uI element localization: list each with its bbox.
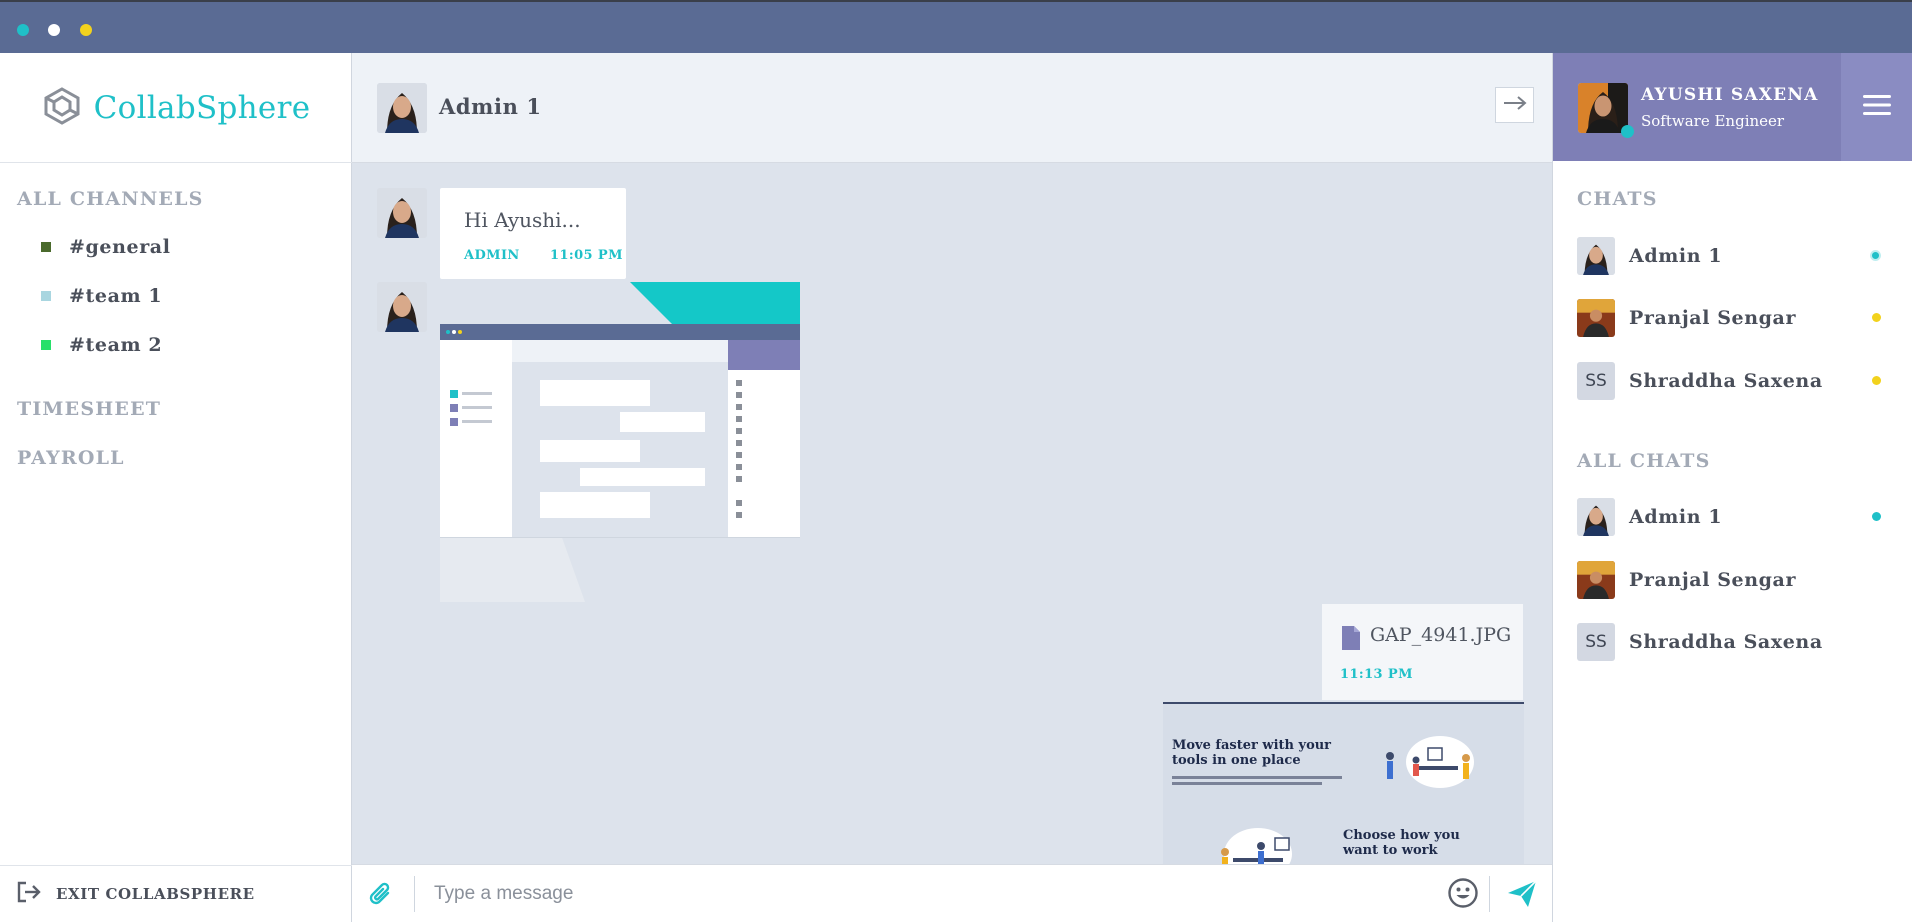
online-status-indicator [1621, 125, 1634, 138]
shared-image-attachment[interactable] [440, 282, 800, 602]
chat-item-name: Pranjal Sengar [1629, 307, 1797, 329]
avatar [1577, 237, 1615, 275]
avatar [377, 188, 427, 238]
right-sidebar: AYUSHI SAXENA Software Engineer CHATS Ad… [1552, 53, 1912, 922]
collapse-button[interactable] [1495, 87, 1534, 123]
avatar [1577, 299, 1615, 337]
composer-divider [414, 876, 415, 912]
brand-header: CollabSphere [0, 53, 352, 163]
menu-button[interactable] [1841, 53, 1912, 161]
chat-item-name: Shraddha Saxena [1629, 631, 1823, 653]
chat-item-name: Admin 1 [1629, 506, 1723, 528]
channel-general[interactable]: #general [41, 236, 171, 258]
channel-color-swatch [41, 340, 51, 350]
message-sender: ADMIN [464, 248, 520, 263]
arrow-right-icon [1502, 95, 1528, 115]
channel-team-1[interactable]: #team 1 [41, 285, 162, 307]
chat-item-shraddha-saxena[interactable]: SS Shraddha Saxena [1577, 361, 1897, 401]
team-illustration-icon [1378, 734, 1488, 798]
chat-header: Admin 1 [352, 53, 1552, 163]
paperclip-icon[interactable] [368, 881, 394, 913]
chat-item-admin-1[interactable]: Admin 1 [1577, 236, 1897, 276]
exit-icon [16, 880, 42, 908]
status-indicator [1872, 376, 1881, 385]
chat-item-name: Shraddha Saxena [1629, 370, 1823, 392]
message-text: Hi Ayushi... [464, 208, 581, 232]
promo-body-text [1172, 776, 1342, 779]
file-name: GAP_4941.JPG [1370, 624, 1512, 646]
all-chat-item-admin-1[interactable]: Admin 1 [1577, 497, 1897, 537]
profile-header[interactable]: AYUSHI SAXENA Software Engineer [1553, 53, 1841, 161]
avatar [1577, 498, 1615, 536]
shared-image-attachment[interactable]: Move faster with your tools in one place… [1163, 702, 1524, 864]
promo-heading-2: Choose how you want to work [1343, 828, 1460, 858]
file-message-bubble[interactable]: GAP_4941.JPG 11:13 PM [1322, 604, 1523, 700]
promo-body-text [1172, 782, 1322, 785]
all-chats-heading: ALL CHATS [1577, 450, 1711, 472]
message-bubble[interactable]: Hi Ayushi... ADMIN 11:05 PM [440, 188, 626, 279]
avatar [377, 282, 427, 332]
message-input[interactable] [434, 879, 1334, 909]
message-time: 11:13 PM [1340, 667, 1413, 682]
status-indicator [1870, 250, 1881, 261]
status-indicator [1872, 512, 1881, 521]
channel-name: #team 2 [69, 334, 163, 356]
channel-team-2[interactable]: #team 2 [41, 334, 162, 356]
exit-label: EXIT COLLABSPHERE [56, 885, 255, 903]
promo-heading-1: Move faster with your tools in one place [1172, 738, 1332, 768]
timesheet-link[interactable]: TIMESHEET [17, 398, 161, 420]
hamburger-menu-icon [1862, 93, 1892, 121]
all-chat-item-shraddha-saxena[interactable]: SS Shraddha Saxena [1577, 622, 1897, 662]
exit-button[interactable]: EXIT COLLABSPHERE [0, 865, 352, 922]
window-dot-cyan[interactable] [17, 24, 29, 36]
avatar [1577, 561, 1615, 599]
window-dot-white[interactable] [48, 24, 60, 36]
send-icon[interactable] [1506, 878, 1538, 914]
brand-name[interactable]: CollabSphere [94, 90, 311, 126]
chat-item-name: Pranjal Sengar [1629, 569, 1797, 591]
message-time: 11:05 PM [550, 248, 623, 263]
chat-item-name: Admin 1 [1629, 245, 1723, 267]
avatar [1578, 83, 1634, 138]
message-list[interactable]: Hi Ayushi... ADMIN 11:05 PM GAP_4941.JPG… [352, 163, 1552, 864]
desk-illustration-icon [1203, 824, 1313, 864]
channel-name: #general [69, 236, 171, 258]
all-chat-item-pranjal-sengar[interactable]: Pranjal Sengar [1577, 560, 1897, 600]
composer-divider [1489, 876, 1490, 912]
status-indicator [1872, 313, 1881, 322]
chats-heading: CHATS [1577, 188, 1658, 210]
window-titlebar [0, 0, 1912, 53]
all-channels-heading: ALL CHANNELS [17, 188, 204, 210]
file-icon [1340, 624, 1362, 656]
avatar-initials: SS [1577, 362, 1615, 400]
collabsphere-logo-icon [42, 86, 82, 129]
payroll-link[interactable]: PAYROLL [17, 447, 125, 469]
channel-name: #team 1 [69, 285, 163, 307]
emoji-icon[interactable] [1447, 877, 1479, 913]
chat-item-pranjal-sengar[interactable]: Pranjal Sengar [1577, 298, 1897, 338]
profile-role: Software Engineer [1641, 112, 1785, 130]
window-dot-yellow[interactable] [80, 24, 92, 36]
channel-color-swatch [41, 291, 51, 301]
avatar-initials: SS [1577, 623, 1615, 661]
left-sidebar: CollabSphere ALL CHANNELS #general #team… [0, 53, 352, 922]
channel-color-swatch [41, 242, 51, 252]
message-composer [352, 864, 1552, 922]
chat-title: Admin 1 [439, 94, 542, 119]
profile-name: AYUSHI SAXENA [1641, 85, 1819, 105]
avatar[interactable] [377, 83, 427, 133]
